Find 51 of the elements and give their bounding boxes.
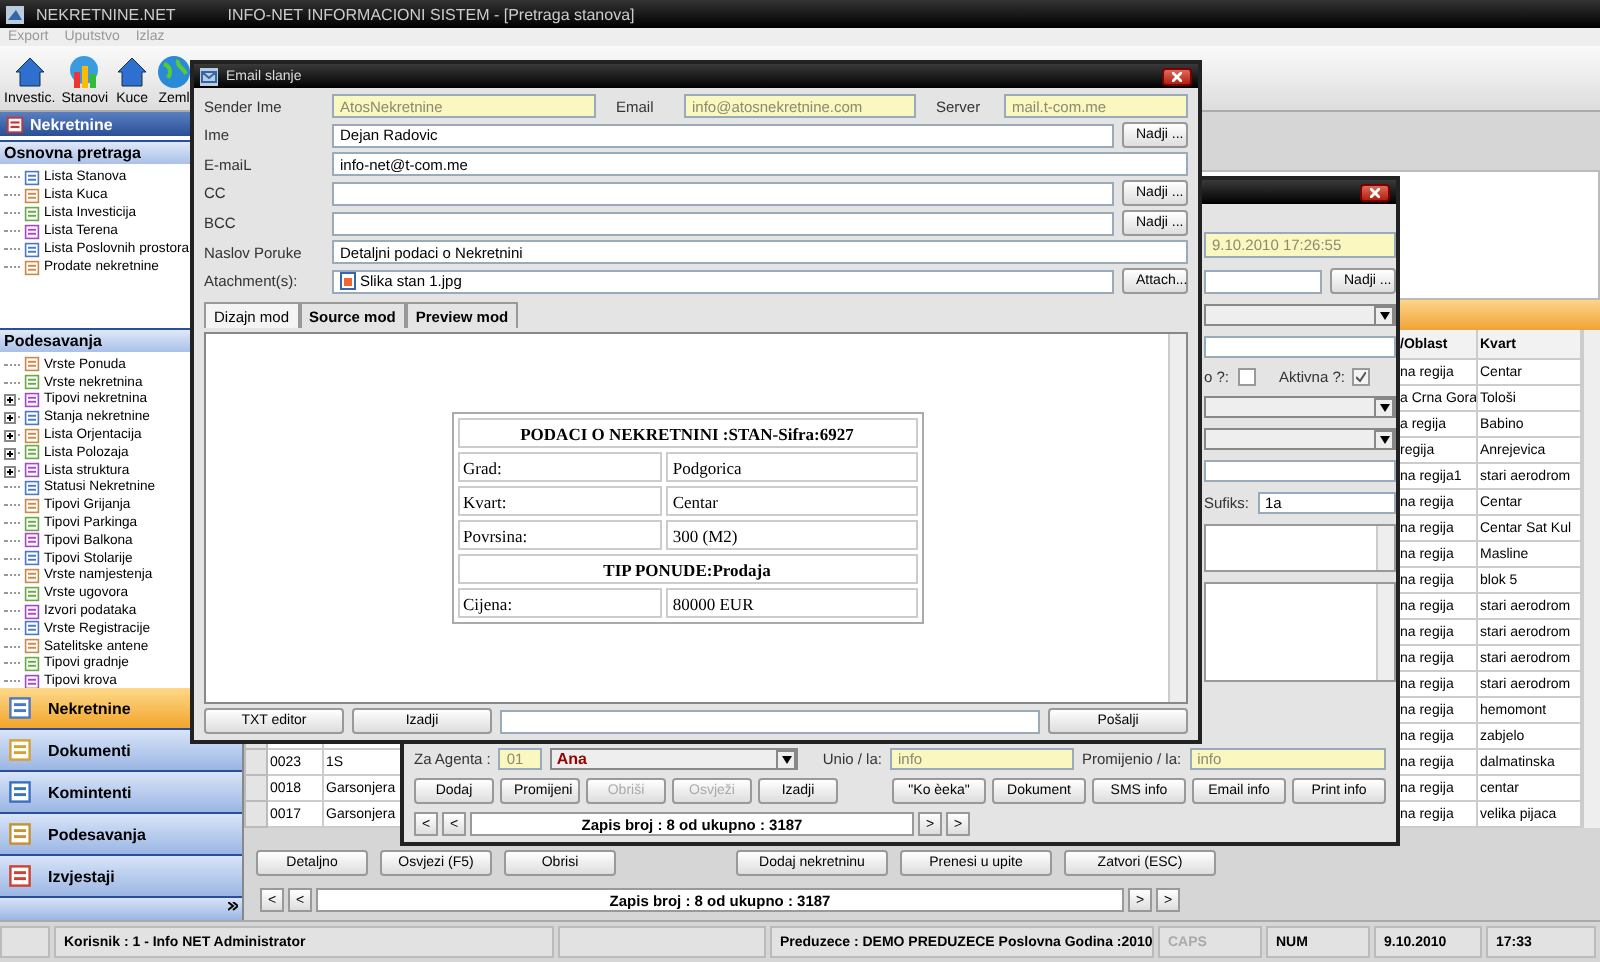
close-button[interactable] (1360, 183, 1390, 201)
table-cell: Centar (666, 486, 917, 516)
table-cell: Podgorica (666, 452, 917, 482)
house-icon (11, 54, 48, 90)
nav-button[interactable]: Komintenti (0, 772, 242, 814)
table-cell: Kvart: (457, 486, 663, 516)
app-name: NEKRETNINE.NET (36, 5, 176, 23)
expand-icon[interactable] (4, 465, 16, 478)
table-cell: Cijena: (457, 588, 663, 618)
table-cell: Povrsina: (457, 520, 663, 550)
text-field[interactable] (1204, 460, 1396, 482)
expand-icon[interactable] (4, 430, 16, 443)
close-icon (1370, 187, 1380, 197)
list-icon (8, 696, 32, 720)
close-button[interactable] (1162, 67, 1192, 85)
input-field[interactable] (1204, 269, 1322, 293)
nav-button[interactable]: Podesavanja (0, 814, 242, 856)
message-editor[interactable]: PODACI O NEKRETNINI :STAN-Sifra:6927 Grad: Podgorica Kvart: Centar Povrsina: 300 (M2) TIP PONUDE:Prodaja Cijena: 80000 EUR (204, 332, 1188, 704)
image-file-icon (340, 272, 356, 290)
input-field[interactable] (332, 211, 1114, 235)
chevron-icon[interactable] (228, 902, 238, 916)
agent-dropdown[interactable]: Ana (550, 748, 799, 770)
text-area[interactable] (1204, 524, 1396, 572)
dropdown-arrow-icon[interactable] (1374, 429, 1394, 449)
table-heading: TIP PONUDE:Prodaja (457, 554, 917, 584)
globe-icon (156, 54, 193, 90)
nav-button[interactable]: Dokumenti (0, 730, 242, 772)
input-field[interactable] (332, 181, 1114, 205)
text-area[interactable] (1204, 582, 1396, 682)
close-icon (1172, 71, 1182, 81)
window-title: INFO-NET INFORMACIONI SISTEM - [Pretraga stanova] (227, 5, 635, 23)
expand-icon[interactable] (4, 394, 16, 407)
table-cell: Grad: (457, 452, 663, 482)
text-field[interactable] (1204, 336, 1396, 358)
mail-icon (200, 67, 218, 85)
dropdown-arrow-icon[interactable] (776, 749, 797, 769)
vertical-scrollbar[interactable] (1168, 334, 1186, 702)
dropdown-arrow-icon[interactable] (1374, 397, 1394, 417)
checkbox[interactable] (1352, 368, 1371, 386)
table-heading: PODACI O NEKRETNINI :STAN-Sifra:6927 (457, 418, 917, 448)
dropdown-arrow-icon[interactable] (1374, 305, 1394, 325)
table-cell: 300 (M2) (666, 520, 917, 550)
expand-icon[interactable] (4, 412, 16, 425)
sidebar-title: Nekretnine (30, 115, 113, 133)
vertical-scrollbar[interactable] (1582, 330, 1600, 828)
expand-icon[interactable] (4, 447, 16, 460)
table-cell: 80000 EUR (666, 588, 917, 618)
nav-button[interactable]: Izvjestaji (0, 856, 242, 898)
checkbox[interactable] (1237, 368, 1256, 386)
house-icon (114, 54, 151, 90)
app-icon (6, 5, 24, 23)
